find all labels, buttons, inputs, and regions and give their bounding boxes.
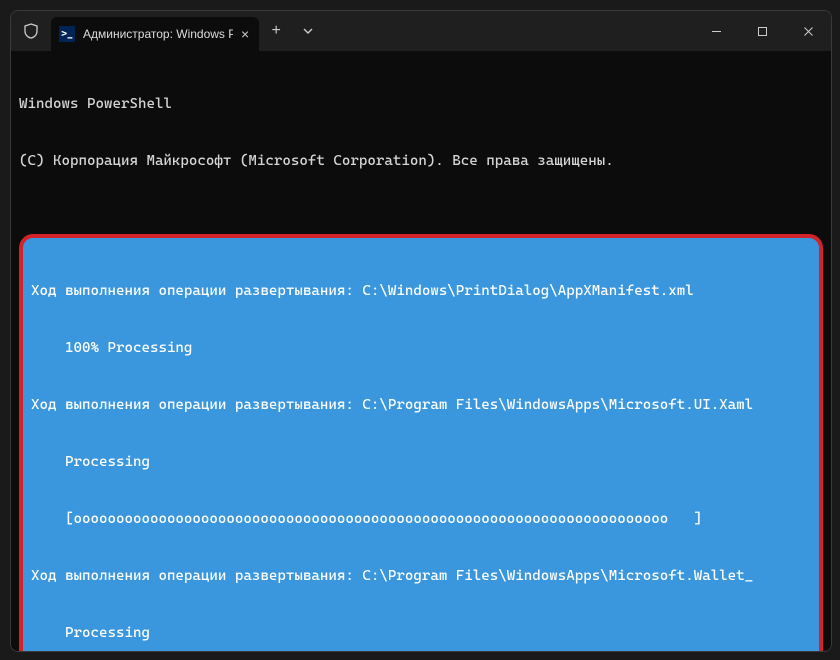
minimize-icon <box>711 26 722 37</box>
progress-line: Ход выполнения операции развертывания: C… <box>31 567 811 586</box>
close-icon[interactable]: × <box>241 27 249 41</box>
maximize-button[interactable] <box>739 11 785 51</box>
terminal-window: >_ Администратор: Windows Po × + Windows… <box>10 10 832 652</box>
close-button[interactable] <box>785 11 831 51</box>
progress-line: Ход выполнения операции развертывания: C… <box>31 282 811 301</box>
terminal-body[interactable]: Windows PowerShell (С) Корпорация Майкро… <box>11 51 831 651</box>
titlebar-drag-region[interactable] <box>323 11 693 51</box>
tab-dropdown[interactable] <box>293 11 323 51</box>
progress-line: Ход выполнения операции развертывания: C… <box>31 396 811 415</box>
minimize-button[interactable] <box>693 11 739 51</box>
chevron-down-icon <box>303 26 313 36</box>
powershell-icon: >_ <box>59 26 75 42</box>
progress-line: Processing <box>31 624 811 643</box>
output-line: (С) Корпорация Майкрософт (Microsoft Cor… <box>19 152 823 171</box>
progress-line: 100% Processing <box>31 339 811 358</box>
tab-powershell[interactable]: >_ Администратор: Windows Po × <box>51 17 259 51</box>
output-line: Windows PowerShell <box>19 95 823 114</box>
progress-line: Processing <box>31 453 811 472</box>
new-tab-button[interactable]: + <box>259 11 293 51</box>
shield-icon <box>23 23 39 39</box>
deployment-progress-block: Ход выполнения операции развертывания: C… <box>19 234 823 651</box>
titlebar: >_ Администратор: Windows Po × + <box>11 11 831 51</box>
progress-bar-line: [ooooooooooooooooooooooooooooooooooooooo… <box>31 510 811 529</box>
app-menu-icon[interactable] <box>11 11 51 51</box>
tab-title: Администратор: Windows Po <box>83 27 233 41</box>
close-icon <box>803 26 814 37</box>
maximize-icon <box>757 26 768 37</box>
